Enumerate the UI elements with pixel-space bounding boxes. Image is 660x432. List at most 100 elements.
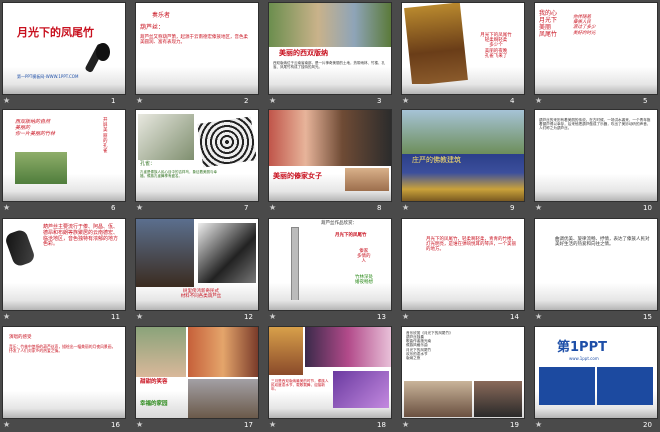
slide-star-icon: ★ <box>269 96 277 105</box>
slide-thumbnail[interactable]: 西双版纳的自然 美丽的 你一片美丽的竹林 开 屏 美 丽 的 孔 雀 <box>3 110 125 201</box>
slide-label: 葫芦丝作品欣赏： <box>321 221 357 226</box>
slide-star-icon: ★ <box>3 420 11 429</box>
slide-thumbnail[interactable]: 孔雀： 孔雀是傣族人民心目中的吉祥鸟，象征着美丽与幸福，傣族孔雀舞享有盛名。 <box>136 110 258 201</box>
slide-number: 19 <box>510 421 519 429</box>
family-photo-2 <box>188 379 258 418</box>
slide-star-icon: ★ <box>402 96 410 105</box>
slide-star-icon: ★ <box>535 312 543 321</box>
slide-thumbnail[interactable]: 音乐欣赏《月光下的凤尾竹》 葫芦丝独奏 歌曲作者施光南 傣族风格乐曲 月光下的凤… <box>402 327 524 418</box>
slide-body: 葫芦丝的来历有着美丽的传说。在古时候，一场洪水袭来，一个青年抱着葫芦得以幸存，后… <box>539 118 651 131</box>
slide-label: 奏乐者 <box>152 12 171 19</box>
slide-bar <box>535 191 657 201</box>
slide-number: 8 <box>377 204 382 212</box>
brand-url: www.1ppt.com <box>569 356 599 361</box>
slide-number: 10 <box>643 204 652 212</box>
slide-number: 13 <box>377 313 386 321</box>
slide-bar <box>3 408 125 418</box>
costume-photo <box>305 327 391 367</box>
slide-thumbnail[interactable]: 甜甜的笑容 幸福的家园 <box>136 327 258 418</box>
slide-star-icon: ★ <box>269 420 277 429</box>
slide-number: 3 <box>377 97 382 105</box>
promo-panel-right <box>597 367 653 405</box>
slide-body: 孔雀是傣族人民心目中的吉祥鸟，象征着美丽与幸福，傣族孔雀舞享有盛名。 <box>140 170 217 179</box>
slide-bar <box>136 300 258 310</box>
slide-body: 月光下的凤尾竹，轻柔啊轻柔，青青的竹楼，灯光明亮，是谁在弹响悦耳的琴声，一个美丽… <box>426 237 516 253</box>
slide-number: 16 <box>111 421 120 429</box>
slide-star-icon: ★ <box>535 96 543 105</box>
slide-caption: 美丽的傣家女子 <box>273 172 322 180</box>
slide-number: 5 <box>643 97 648 105</box>
slide-star-icon: ★ <box>269 312 277 321</box>
slide-bar <box>136 84 258 94</box>
flute-image <box>3 228 37 268</box>
slide-thumbnail[interactable]: 葫芦丝作品欣赏： 月光下的凤尾竹傣家 多情的 人竹林深处 婚夜畅想 <box>269 219 391 310</box>
slide-thumbnail[interactable]: 葫芦丝的来历有着美丽的传说。在古时候，一场洪水袭来，一个青年抱着葫芦得以幸存，后… <box>535 110 657 201</box>
slide-link-2: 竹林深处 婚夜畅想 <box>355 275 373 286</box>
slide-bar <box>402 300 524 310</box>
slide-title: 月光下的凤尾竹 <box>17 26 94 39</box>
slide-body: 三月是西双版纳最美的时节，傣族人民欢度泼水节，载歌载舞，迎接新年。 <box>271 379 329 392</box>
slide-star-icon: ★ <box>535 203 543 212</box>
slide-body: 曲调优美、旋律流畅、抒情，表达了傣族人民对美好生活的热爱和向往之情。 <box>555 237 650 248</box>
slide-thumbnail[interactable]: 奏乐者葫芦丝： 葫芦丝又称葫芦箫，起源于云南德宏傣族地区，音色柔美圆润、富有表现力… <box>136 3 258 94</box>
slide-bar <box>269 408 391 418</box>
slide-caption: 树里傍鸿新奇民式 材料不同各类葫芦丝 <box>180 289 222 300</box>
slide-thumbnail[interactable]: 月光下的凤尾竹 第一PPT模板网-WWW.1PPT.COM <box>3 3 125 94</box>
slide-thumbnail[interactable]: 美丽的西双版纳 西双版纳位于云南省南部，是一片神奇美丽的土地，热带雨林、竹楼、孔雀… <box>269 3 391 94</box>
slide-body: 葫芦丝又称葫芦箫，起源于云南德宏傣族地区，音色柔美圆润、富有表现力。 <box>140 35 248 46</box>
slide-title: 月光下的凤尾竹 <box>335 233 367 238</box>
promo-panel-left <box>539 367 595 405</box>
flute-photo-2 <box>198 223 256 283</box>
slide-poem: 月光下的凤尾竹 轻柔啊轻柔 多少个 美丽的夜晚 孔雀飞来了 <box>480 33 512 59</box>
slide-number: 4 <box>510 97 515 105</box>
slide-bar <box>535 84 657 94</box>
slide-bar <box>3 300 125 310</box>
slide-heading: 葫芦丝： <box>140 24 165 31</box>
slide-side: 开 屏 美 丽 的 孔 雀 <box>103 118 108 155</box>
slide-star-icon: ★ <box>136 203 144 212</box>
slide-star-icon: ★ <box>3 312 11 321</box>
musician-photo <box>269 327 303 375</box>
slide-number: 9 <box>510 204 515 212</box>
slide-star-icon: ★ <box>535 420 543 429</box>
slide-thumbnail[interactable]: 三月是西双版纳最美的时节，傣族人民欢度泼水节，载歌载舞，迎接新年。 <box>269 327 391 418</box>
peacock-feather-photo <box>197 116 257 168</box>
slide-bar <box>269 84 391 94</box>
slide-thumbnail[interactable]: 演唱的感受 音乐：竹林中悠扬的葫芦丝声，描绘出一幅美丽的月夜风景画，抒发了人们对家… <box>3 327 125 418</box>
slide-thumbnail[interactable]: 月光下的凤尾竹，轻柔啊轻柔，青青的竹楼，灯光明亮，是谁在弹响悦耳的琴声，一个美丽… <box>402 219 524 310</box>
slide-number: 20 <box>643 421 652 429</box>
slide-bar <box>3 84 125 94</box>
slide-star-icon: ★ <box>3 203 11 212</box>
slide-number: 11 <box>111 313 120 321</box>
slide-thumbnail[interactable]: 树里傍鸿新奇民式 材料不同各类葫芦丝 <box>136 219 258 310</box>
slide-thumbnail[interactable]: 他伴随着 傣族人民 渡过了多少 美好的时光 我的心 月光下 美丽 凤尾竹 <box>535 3 657 94</box>
slide-sorter-grid: 月光下的凤尾竹 第一PPT模板网-WWW.1PPT.COM ★ 1 奏乐者葫芦丝： 葫芦丝… <box>0 0 660 432</box>
performer-photo <box>474 381 522 417</box>
peacock-photo <box>15 152 67 184</box>
slide-bar <box>402 84 524 94</box>
slide-link-1: 傣家 多情的 人 <box>357 249 371 265</box>
slide-number: 6 <box>111 204 116 212</box>
slide-star-icon: ★ <box>136 312 144 321</box>
slide-thumbnail[interactable]: 美丽的傣家女子 <box>269 110 391 201</box>
slide-thumbnail[interactable]: 第1PPT www.1ppt.com <box>535 327 657 418</box>
slide-number: 12 <box>244 313 253 321</box>
slide-star-icon: ★ <box>402 420 410 429</box>
slide-bar <box>535 300 657 310</box>
slide-number: 2 <box>244 97 249 105</box>
slide-star-icon: ★ <box>3 96 11 105</box>
slide-star-icon: ★ <box>136 96 144 105</box>
slide-label: 孔雀： <box>140 161 156 167</box>
village-photo <box>402 110 524 154</box>
slide-thumbnail[interactable]: 月光下的凤尾竹 轻柔啊轻柔 多少个 美丽的夜晚 孔雀飞来了 <box>402 3 524 94</box>
slide-caption: 美丽的西双版纳 <box>279 49 328 57</box>
slide-number: 18 <box>377 421 386 429</box>
slide-number: 1 <box>111 97 116 105</box>
slide-star-icon: ★ <box>269 203 277 212</box>
slide-thumbnail[interactable]: 葫芦丝主要流行于傣、阿昌、佤、德昂和布朗等族聚居的云南德宏、临沧地区，音色独特有… <box>3 219 125 310</box>
brand-logo: 第1PPT <box>557 340 607 355</box>
slide-bar <box>136 191 258 201</box>
slide-thumbnail[interactable]: 曲调优美、旋律流畅、抒情，表达了傣族人民对美好生活的热爱和向往之情。 <box>535 219 657 310</box>
slide-body: 音乐欣赏《月光下的凤尾竹》 葫芦丝独奏 歌曲作者施光南 傣族风格乐曲 月光下的凤… <box>406 331 453 360</box>
slide-thumbnail[interactable]: 庄严的佛教建筑 <box>402 110 524 201</box>
